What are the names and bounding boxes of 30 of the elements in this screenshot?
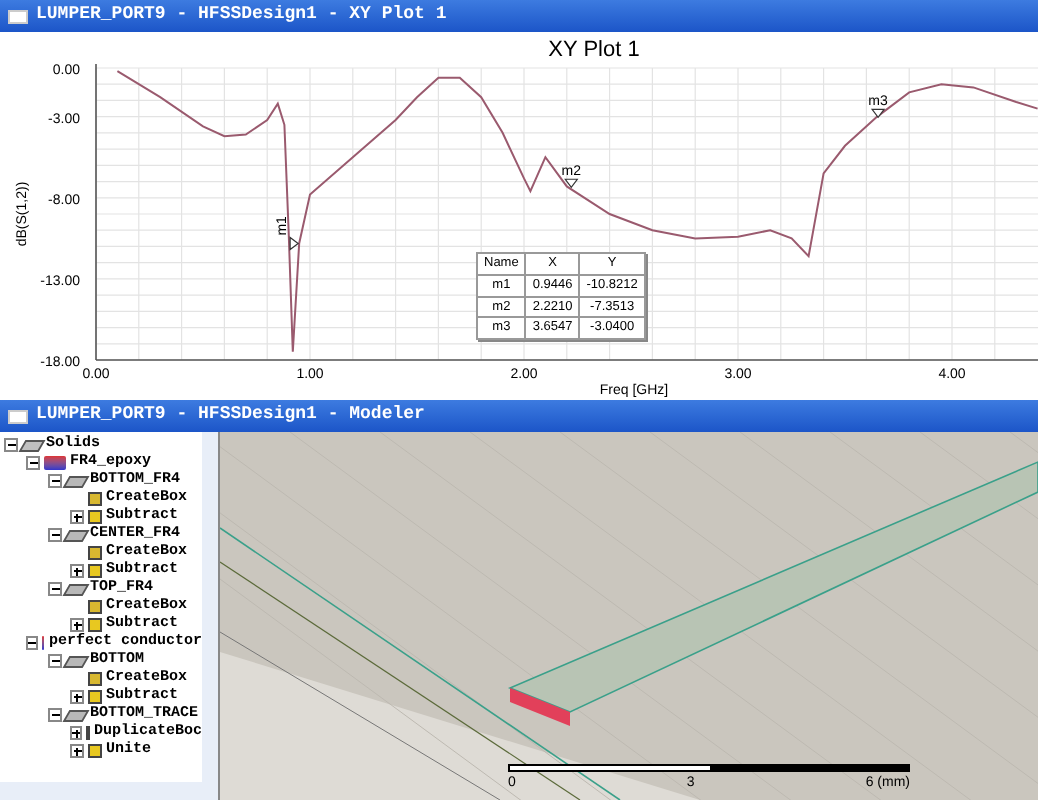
window-title: LUMPER_PORT9 - HFSSDesign1 - Modeler [36, 402, 425, 429]
collapse-toggle[interactable] [48, 708, 62, 722]
expand-toggle[interactable] [70, 726, 82, 740]
solid-icon [62, 529, 90, 541]
vertical-scrollbar[interactable] [202, 432, 218, 782]
collapse-toggle[interactable] [48, 528, 62, 542]
collapse-toggle[interactable] [48, 654, 62, 668]
collapse-toggle[interactable] [4, 438, 18, 452]
marker-icon [289, 236, 300, 251]
horizontal-scrollbar[interactable] [0, 782, 218, 800]
solid-icon [62, 655, 90, 667]
window-title: LUMPER_PORT9 - HFSSDesign1 - XY Plot 1 [36, 2, 447, 29]
marker-icon [564, 178, 579, 189]
expand-toggle[interactable] [70, 564, 84, 578]
expand-toggle[interactable] [70, 690, 84, 704]
window-icon [8, 9, 28, 23]
expand-toggle[interactable] [70, 510, 84, 524]
marker-icon [870, 108, 886, 119]
collapse-toggle[interactable] [48, 474, 62, 488]
solid-icon [62, 475, 90, 487]
chart-title: XY Plot 1 [548, 38, 640, 62]
solid-icon [62, 709, 90, 721]
expand-toggle[interactable] [70, 744, 84, 758]
collapse-toggle[interactable] [26, 636, 38, 650]
solid-icon [18, 439, 46, 451]
window-icon [8, 409, 28, 423]
collapse-toggle[interactable] [48, 582, 62, 596]
collapse-toggle[interactable] [26, 456, 40, 470]
expand-toggle[interactable] [70, 618, 84, 632]
solid-icon [62, 583, 90, 595]
